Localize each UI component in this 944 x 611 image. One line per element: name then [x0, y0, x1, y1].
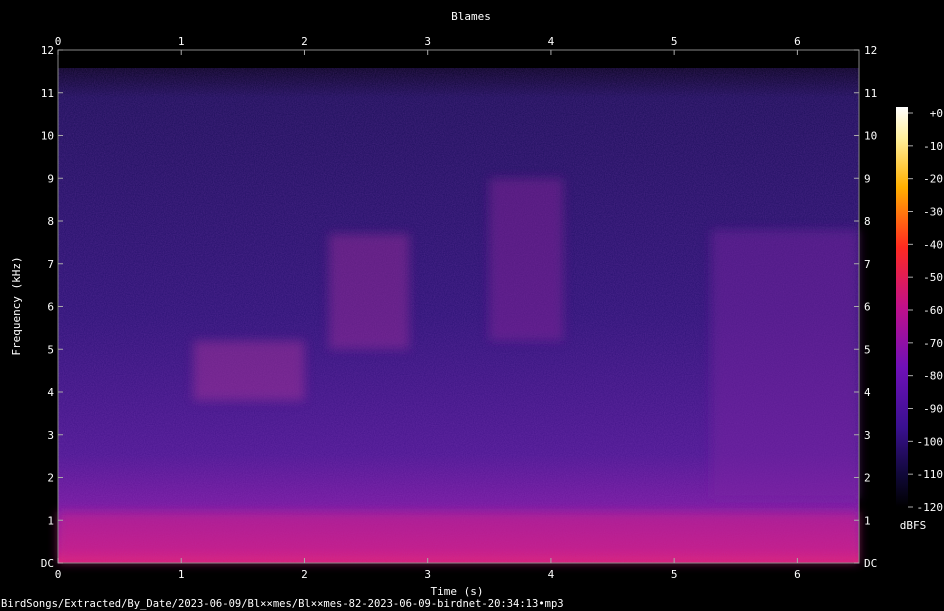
colorbar-tick-label: -30 — [923, 206, 943, 219]
y-tick-label-right: 11 — [864, 87, 877, 100]
colorbar-label: dBFS — [900, 519, 927, 532]
y-tick-label-right: 4 — [864, 386, 871, 399]
spectrogram-figure: 00112233445566DC DC1 12 23 34 45 56 67 78 89 910 10… — [1, 10, 943, 610]
colorbar-ticks: +0 -10 -20 -30 -40 -50 -60 -70 -80 -90 -100 -110 -12… — [908, 107, 943, 514]
y-tick-label-right: 8 — [864, 215, 871, 228]
colorbar: +0 -10 -20 -30 -40 -50 -60 -70 -80 -90 -100 -110 -12… — [896, 107, 943, 532]
y-tick-label: 2 — [47, 472, 54, 485]
y-tick-label: 9 — [47, 172, 54, 185]
x-tick-label: 4 — [548, 568, 555, 581]
x-tick-label-top: 0 — [55, 35, 62, 48]
x-axis-label: Time (s) — [431, 585, 484, 598]
y-tick-label-right: 12 — [864, 44, 877, 57]
colorbar-tick-label: -20 — [923, 173, 943, 186]
y-tick-label-right: 3 — [864, 429, 871, 442]
colorbar-tick-label: -120 — [917, 501, 944, 514]
x-tick-label-top: 6 — [794, 35, 801, 48]
x-tick-label-top: 4 — [548, 35, 555, 48]
plot-area — [57, 49, 860, 564]
y-tick-label-right: 10 — [864, 130, 877, 143]
colorbar-tick-label: -70 — [923, 337, 943, 350]
y-tick-label-right: 7 — [864, 258, 871, 271]
y-tick-label-right: 2 — [864, 472, 871, 485]
colorbar-tick-label: -50 — [923, 271, 943, 284]
colorbar-tick-label: -80 — [923, 370, 943, 383]
x-tick-label: 2 — [301, 568, 308, 581]
x-tick-label-top: 3 — [424, 35, 431, 48]
y-tick-label-right: 9 — [864, 172, 871, 185]
x-tick-label-top: 1 — [178, 35, 185, 48]
bright-region — [58, 511, 859, 563]
colorbar-tick-label: -90 — [923, 403, 943, 416]
bright-region — [329, 233, 410, 350]
x-tick-label: 6 — [794, 568, 801, 581]
y-tick-label-right: 1 — [864, 514, 871, 527]
y-axis-label: Frequency (kHz) — [10, 256, 23, 355]
x-tick-label: 1 — [178, 568, 185, 581]
x-tick-label-top: 5 — [671, 35, 678, 48]
bright-region — [489, 178, 564, 341]
y-tick-label-right: DC — [864, 557, 877, 570]
file-path: BirdSongs/Extracted/By_Date/2023-06-09/B… — [1, 598, 564, 610]
colorbar-tick-label: -10 — [923, 140, 943, 153]
colorbar-tick-label: -110 — [917, 468, 944, 481]
y-tick-label: 12 — [41, 44, 54, 57]
y-tick-label: 11 — [41, 87, 54, 100]
x-tick-label: 5 — [671, 568, 678, 581]
x-tick-label-top: 2 — [301, 35, 308, 48]
x-tick-label: 0 — [55, 568, 62, 581]
y-tick-label: 6 — [47, 301, 54, 314]
y-tick-label: 3 — [47, 429, 54, 442]
y-tick-label-right: 6 — [864, 301, 871, 314]
colorbar-tick-label: -100 — [917, 435, 944, 448]
y-tick-label: 5 — [47, 343, 54, 356]
bright-region — [711, 229, 859, 499]
chart-title: Blames — [451, 10, 491, 23]
colorbar-tick-label: -60 — [923, 304, 943, 317]
colorbar-scale — [896, 107, 908, 507]
y-tick-label: DC — [41, 557, 54, 570]
y-tick-label-right: 5 — [864, 343, 871, 356]
y-tick-label: 4 — [47, 386, 54, 399]
y-tick-label: 8 — [47, 215, 54, 228]
colorbar-tick-label: -40 — [923, 238, 943, 251]
y-tick-label: 7 — [47, 258, 54, 271]
y-tick-label: 1 — [47, 514, 54, 527]
y-tick-label: 10 — [41, 130, 54, 143]
bright-region — [193, 340, 305, 401]
colorbar-tick-label: +0 — [930, 107, 943, 120]
x-tick-label: 3 — [424, 568, 431, 581]
